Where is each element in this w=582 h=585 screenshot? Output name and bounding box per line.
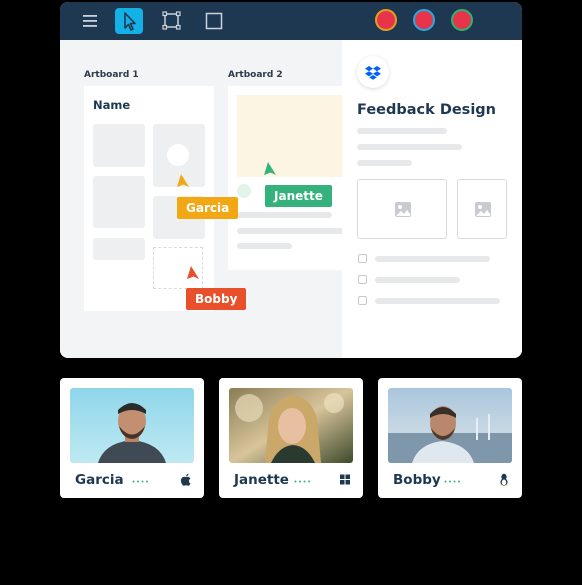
design-editor-window: Artboard 1 Artboard 2 Name Garcia Janett… <box>60 2 522 358</box>
checkbox[interactable] <box>358 275 367 284</box>
placeholder-line <box>237 212 332 218</box>
placeholder-line <box>375 298 500 304</box>
placeholder-line <box>375 256 490 262</box>
placeholder-line <box>237 243 292 249</box>
linux-icon <box>500 473 508 486</box>
placeholder-line <box>237 228 348 234</box>
collaborator-name: Bobby <box>393 472 441 488</box>
artboard-2[interactable] <box>228 86 348 270</box>
feedback-panel: Feedback Design <box>342 40 522 358</box>
cursor-pointer-icon <box>264 162 276 175</box>
dropbox-icon[interactable] <box>357 56 389 88</box>
cursor-pointer-icon <box>187 266 199 279</box>
profile-photo <box>229 388 353 463</box>
checkbox[interactable] <box>358 296 367 305</box>
design-canvas[interactable]: Artboard 1 Artboard 2 Name Garcia Janett… <box>60 40 348 358</box>
user-avatar-icon[interactable] <box>413 9 435 31</box>
placeholder-line <box>375 277 460 283</box>
activity-dots-icon <box>132 480 148 483</box>
cursor-label: Garcia <box>177 197 239 219</box>
collaborator-name: Janette <box>234 472 289 488</box>
artboard-2-label: Artboard 2 <box>228 70 283 80</box>
collaborator-card-bobby[interactable]: Bobby <box>378 378 522 498</box>
placeholder-block <box>93 238 145 260</box>
toolbar <box>60 2 522 40</box>
profile-photo <box>70 388 194 463</box>
collaborator-card-garcia[interactable]: Garcia <box>60 378 204 498</box>
cursor-label: Janette <box>265 185 332 207</box>
pointer-icon[interactable] <box>115 8 143 34</box>
image-icon <box>395 202 411 217</box>
artboard-heading: Name <box>93 98 131 112</box>
image-placeholder[interactable] <box>457 179 507 239</box>
panel-title: Feedback Design <box>357 102 496 118</box>
placeholder-avatar <box>167 144 189 166</box>
placeholder-line <box>357 160 412 166</box>
image-placeholder[interactable] <box>357 179 447 239</box>
placeholder-block <box>93 176 145 228</box>
user-avatar-icon[interactable] <box>451 9 473 31</box>
artboard-1-label: Artboard 1 <box>84 70 139 80</box>
checkbox[interactable] <box>358 254 367 263</box>
user-avatar-icon[interactable] <box>375 9 397 31</box>
collaborator-card-janette[interactable]: Janette <box>219 378 363 498</box>
windows-icon <box>340 474 350 485</box>
placeholder-line <box>357 144 462 150</box>
image-icon <box>475 202 491 217</box>
cursor-label: Bobby <box>186 288 247 310</box>
menu-icon[interactable] <box>76 8 104 34</box>
collaborator-name: Garcia <box>75 472 124 488</box>
cursor-pointer-icon <box>177 174 189 187</box>
placeholder-block <box>93 124 145 167</box>
placeholder-dot <box>237 184 251 198</box>
rectangle-icon[interactable] <box>199 8 227 34</box>
activity-dots-icon <box>444 480 460 483</box>
apple-icon <box>180 473 191 486</box>
profile-photo <box>388 388 512 463</box>
placeholder-image <box>237 95 348 177</box>
artboard-frame-icon[interactable] <box>157 8 185 34</box>
placeholder-line <box>357 128 447 134</box>
activity-dots-icon <box>294 480 310 483</box>
